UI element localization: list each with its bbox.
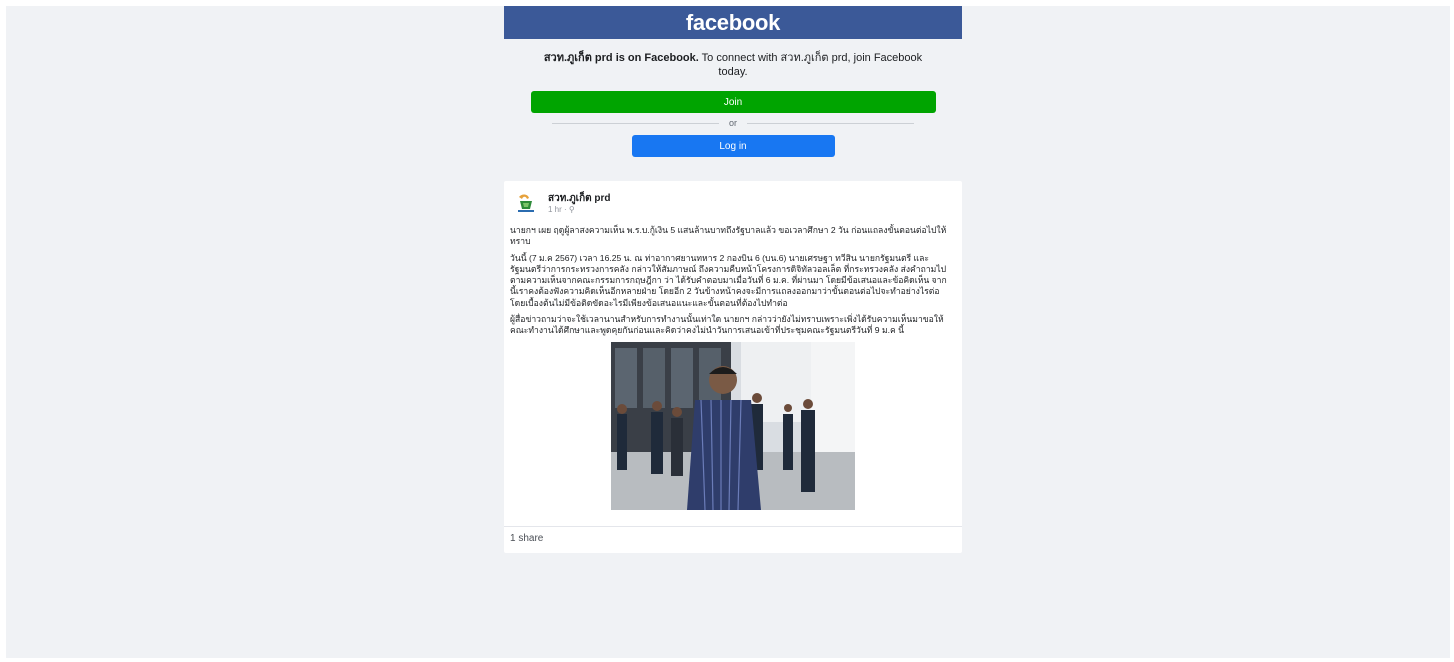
author-name[interactable]: สวท.ภูเก็ต prd — [548, 192, 611, 205]
is-on-facebook-text: is on Facebook. — [612, 52, 699, 64]
or-label: or — [729, 118, 738, 128]
post-paragraph: ผู้สื่อข่าวถามว่าจะใช้เวลานานสำหรับการทำ… — [510, 314, 944, 336]
post-header: สวท.ภูเก็ต prd 1 hr · ⚲ — [504, 181, 962, 221]
author-block: สวท.ภูเก็ต prd 1 hr · ⚲ — [548, 191, 611, 215]
connect-text: To connect with สวท.ภูเก็ต prd, join Fac… — [698, 52, 923, 78]
divider-line-right — [747, 122, 915, 124]
main-column: facebook สวท.ภูเก็ต prd is on Facebook. … — [504, 6, 962, 553]
or-divider: or — [552, 113, 915, 133]
share-bar: 1 share — [504, 525, 962, 553]
post-photo[interactable] — [611, 341, 855, 510]
post-body: นายกฯ เผย ฤดูผู้ลาสงความเห็น พ.ร.บ.กู้เง… — [504, 221, 962, 337]
share-count[interactable]: 1 share — [510, 533, 543, 544]
divider-line-left — [552, 122, 719, 124]
post-paragraph: วันนี้ (7 ม.ค 2567) เวลา 16.25 น. ณ ท่าอ… — [510, 252, 947, 308]
post-paragraph: นายกฯ เผย ฤดูผู้ลาสงความเห็น พ.ร.บ.กู้เง… — [510, 225, 947, 247]
facebook-header: facebook — [504, 6, 962, 39]
join-button[interactable]: Join — [530, 91, 936, 113]
facebook-logo[interactable]: facebook — [686, 10, 780, 35]
join-prompt: สวท.ภูเก็ต prd is on Facebook. To connec… — [504, 39, 962, 173]
avatar-graphic — [514, 191, 538, 215]
login-button[interactable]: Log in — [631, 135, 835, 157]
post-card: สวท.ภูเก็ต prd 1 hr · ⚲ นายกฯ เผย ฤดูผู้… — [504, 181, 962, 553]
prd-logo-icon[interactable] — [514, 191, 538, 215]
post-timestamp[interactable]: 1 hr · ⚲ — [548, 205, 611, 215]
join-message: สวท.ภูเก็ต prd is on Facebook. To connec… — [530, 51, 936, 79]
page-name[interactable]: สวท.ภูเก็ต prd — [544, 52, 613, 64]
